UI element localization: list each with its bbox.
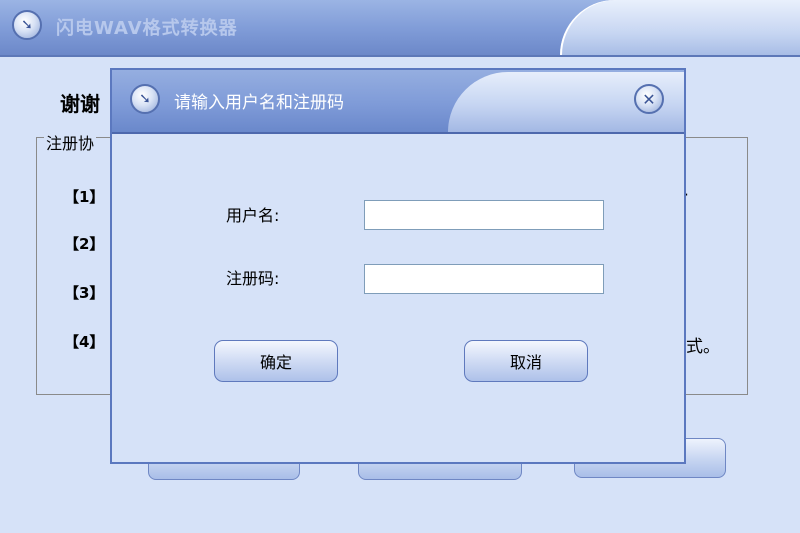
main-window-title: 闪电WAV格式转换器 — [56, 18, 238, 39]
ok-button[interactable]: 确定 — [214, 340, 338, 382]
close-icon[interactable]: ✕ — [634, 84, 664, 114]
agreement-item-2: 【2】 — [64, 235, 105, 253]
thanks-heading: 谢谢 — [60, 92, 100, 116]
agreement-item-3: 【3】 — [64, 284, 105, 302]
regcode-input[interactable] — [364, 264, 604, 294]
agreement-legend: 注册协 — [44, 130, 97, 154]
username-input[interactable] — [364, 200, 604, 230]
app-icon: ➘ — [12, 10, 42, 40]
agreement-tail-text: 式。 — [686, 337, 720, 357]
cancel-button[interactable]: 取消 — [464, 340, 588, 382]
regcode-label: 注册码: — [226, 269, 280, 288]
titlebar-swoosh — [560, 0, 800, 55]
agreement-item-1: 【1】 — [64, 188, 105, 206]
agreement-item-4: 【4】 — [64, 333, 105, 351]
username-label: 用户名: — [226, 206, 280, 225]
dialog-title: 请输入用户名和注册码 — [174, 93, 344, 113]
arrow-down-right-icon: ➘ — [130, 84, 160, 114]
register-dialog: ➘ 请输入用户名和注册码 ✕ 用户名: 注册码: 确定 取消 — [110, 68, 686, 464]
